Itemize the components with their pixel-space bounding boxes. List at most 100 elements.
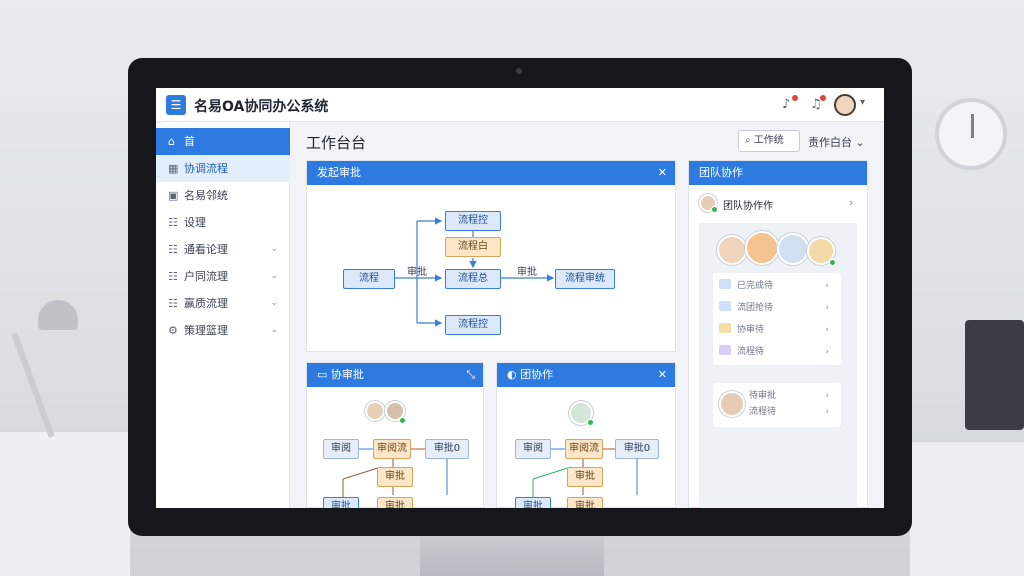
collab-node[interactable]: 审阅	[515, 439, 551, 459]
team-row[interactable]: 流程待 ›	[719, 343, 835, 361]
chevron-down-icon: ⌄	[270, 271, 278, 281]
user-avatar[interactable]	[834, 94, 856, 116]
app-title: 名易OA协同办公系统	[194, 99, 329, 115]
team-panel-header: 团队协作	[689, 161, 867, 185]
sidebar-item-customer[interactable]: ☷ 户同流理 ⌄	[156, 263, 290, 290]
collab-node[interactable]: 审批	[567, 497, 603, 508]
sidebar-item-label: 设理	[184, 216, 206, 229]
sidebar-item-label: 通看论理	[184, 243, 228, 256]
collab-node[interactable]: 审批0	[615, 439, 659, 459]
grid-icon: ▦	[168, 162, 179, 175]
close-icon[interactable]: ✕	[658, 161, 667, 185]
background-monitor	[965, 320, 1024, 430]
sidebar: ⌂ 首 ▦ 协调流程 ▣ 名易邻统 ☷ 设理 ☷ 通看论理 ⌄ ☷ 户同流理 ⌄ ☷ 赢质流理 ⌄ …	[156, 122, 290, 508]
logo-icon: ☰	[166, 95, 186, 115]
flow-node-top[interactable]: 流程控	[445, 211, 501, 231]
workspace-select[interactable]: 责作白台 ⌄	[808, 134, 865, 150]
list-icon: ☷	[168, 216, 178, 229]
sidebar-item-view[interactable]: ☷ 通看论理 ⌄	[156, 236, 290, 263]
search-label: 工作统	[753, 135, 784, 146]
bell-icon[interactable]: ♪	[782, 97, 790, 112]
approval-node[interactable]: 审阅流	[373, 439, 411, 459]
edge-label-left: 审批	[407, 267, 427, 278]
collab-panel: ◐ 团协作 ✕ 审阅 审阅流 审批0 审批 审批 审批	[496, 362, 676, 508]
collab-node[interactable]: 审批	[567, 467, 603, 487]
collab-node[interactable]: 审批	[515, 497, 551, 508]
chevron-right-icon: ›	[825, 407, 829, 417]
chat-icon	[719, 345, 731, 355]
sidebar-item-label: 户同流理	[184, 270, 228, 283]
monitor: ☰ 名易OA协同办公系统 ♪ ♫ ▾ ⌂ 首 ▦ 协调流程 ▣ 名易邻统 ☷ 设理	[128, 58, 912, 536]
chevron-right-icon: ›	[825, 347, 829, 357]
doc-icon	[719, 279, 731, 289]
team-row[interactable]: 流团抢待 ›	[719, 299, 835, 317]
flow-node-center[interactable]: 流程总	[445, 269, 501, 289]
approval-node[interactable]: 审批	[377, 497, 413, 508]
search-icon: ⌕	[745, 135, 754, 146]
chevron-right-icon: ›	[825, 325, 829, 335]
team-avatar	[717, 235, 747, 265]
team-row[interactable]: 已完成待 ›	[719, 277, 835, 295]
chevron-down-icon: ⌄	[855, 136, 865, 149]
team-panel: 团队协作 团队协作作 › 已完成待 › 流团抢待 › 协审待 › 流程待 › 待审批 › …	[688, 160, 868, 508]
approval-node[interactable]: 审批	[323, 497, 359, 508]
avatar	[719, 391, 745, 417]
search-button[interactable]: ⌕ 工作统	[738, 130, 800, 152]
home-icon: ⌂	[168, 135, 175, 148]
box-icon: ▣	[168, 189, 179, 202]
chevron-down-icon: ⌄	[270, 244, 278, 254]
team-row-label: 流团抢待	[737, 303, 774, 313]
sidebar-item-quality[interactable]: ☷ 赢质流理 ⌄	[156, 290, 290, 317]
workspace-label: 责作白台	[808, 136, 852, 149]
approval-node[interactable]: 审批	[377, 467, 413, 487]
sidebar-item-label: 首	[184, 135, 195, 148]
team-row[interactable]: 协审待 ›	[719, 321, 835, 339]
chevron-right-icon: ›	[825, 281, 829, 291]
team-row-label: 已完成待	[737, 281, 774, 291]
notification-dot	[792, 95, 798, 101]
folder-icon	[719, 323, 731, 333]
flow-node-end[interactable]: 流程审统	[555, 269, 615, 289]
team-sub-label: 团队协作作	[723, 201, 773, 212]
chevron-down-icon: ⌄	[270, 298, 278, 308]
team-avatar	[745, 231, 779, 265]
chevron-down-icon[interactable]: ▾	[860, 97, 865, 108]
chevron-right-icon: ›	[825, 303, 829, 313]
flow-panel: 发起审批 ✕ 流程 流程控 流程白 流程总 流程控 流程审统 审批 审批	[306, 160, 676, 352]
wall-clock	[935, 98, 1007, 170]
sidebar-item-system[interactable]: ▣ 名易邻统	[156, 182, 290, 209]
team-row-label: 协审待	[737, 325, 765, 335]
lamp-arm	[11, 332, 55, 438]
edge-label-right: 审批	[517, 267, 537, 278]
flow-node-bottom[interactable]: 流程控	[445, 315, 501, 335]
online-status-dot	[829, 259, 836, 266]
approval-node[interactable]: 审批0	[425, 439, 469, 459]
doc-icon	[719, 301, 731, 311]
sidebar-item-workflow[interactable]: ▦ 协调流程	[156, 155, 290, 182]
lamp-head	[38, 300, 78, 330]
flow-node-start[interactable]: 流程	[343, 269, 395, 289]
list-icon: ☷	[168, 297, 178, 310]
team-row-label: 流程待	[737, 347, 765, 357]
collab-node[interactable]: 审阅流	[565, 439, 603, 459]
sidebar-item-home[interactable]: ⌂ 首	[156, 128, 290, 155]
sidebar-item-label: 策理篮理	[184, 324, 228, 337]
sidebar-item-policy[interactable]: ⚙ 策理篮理 ⌄	[156, 317, 290, 344]
chevron-right-icon[interactable]: ›	[849, 196, 853, 209]
monitor-stand	[420, 536, 604, 576]
sidebar-item-settings[interactable]: ☷ 设理	[156, 209, 290, 236]
team-panel-title: 团队协作	[699, 166, 743, 179]
sidebar-item-label: 赢质流理	[184, 297, 228, 310]
notification-dot-2	[820, 95, 826, 101]
list-icon: ☷	[168, 243, 178, 256]
background-desk	[910, 440, 1024, 576]
online-status-dot	[711, 206, 718, 213]
team-avatar	[777, 233, 809, 265]
approval-node[interactable]: 审阅	[323, 439, 359, 459]
sidebar-item-label: 协调流程	[184, 162, 228, 175]
background-shelf	[0, 430, 130, 576]
flow-node-mid[interactable]: 流程白	[445, 237, 501, 257]
top-bar: ☰ 名易OA协同办公系统 ♪ ♫ ▾	[156, 88, 884, 122]
approval-panel: ▭ 协审批 ⤡ 审阅 审阅流 审批0 审批 审批 审批	[306, 362, 484, 508]
team-row[interactable]: 流程待 ›	[749, 403, 835, 421]
